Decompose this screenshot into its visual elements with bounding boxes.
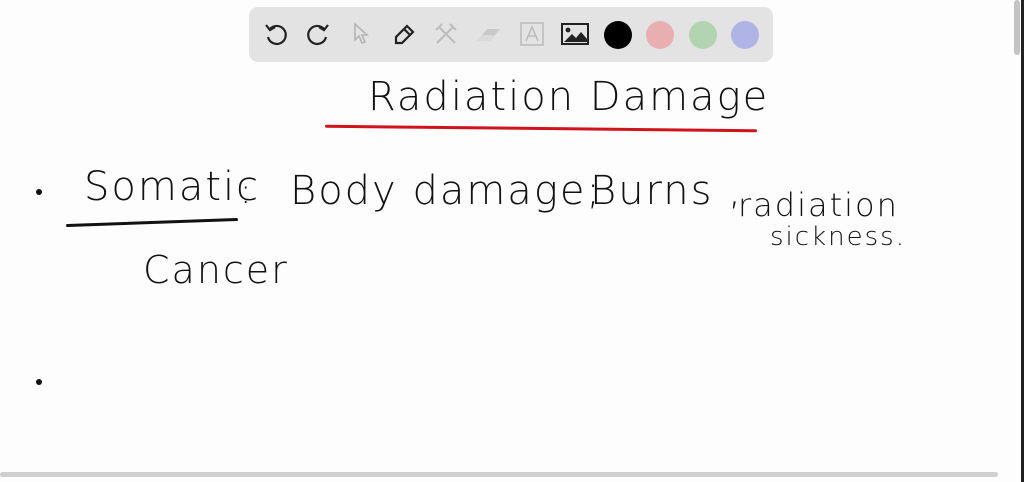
burns-text: Burns ,	[590, 168, 743, 214]
body-damage-text: Body damage;	[290, 168, 602, 214]
radiation-text: radiation	[738, 186, 899, 224]
color-black-swatch[interactable]	[604, 21, 632, 49]
sickness-text: sickness.	[770, 222, 906, 252]
board-title: Radiation Damage	[368, 74, 770, 120]
redo-icon	[307, 24, 329, 46]
cancer-text: Cancer	[143, 248, 289, 292]
image-button[interactable]	[560, 19, 590, 49]
somatic-underline	[66, 217, 238, 228]
somatic-colon: :	[240, 172, 254, 212]
pen-icon	[394, 24, 415, 45]
bullet-1	[36, 189, 42, 195]
image-icon	[561, 23, 589, 45]
somatic-term: Somatic	[84, 164, 261, 210]
vertical-scrollbar[interactable]	[1014, 0, 1020, 55]
bullet-2	[36, 379, 42, 385]
pen-button[interactable]	[389, 19, 419, 49]
color-blue-swatch[interactable]	[731, 21, 759, 49]
eraser-button[interactable]	[473, 19, 503, 49]
toolbar	[249, 7, 773, 62]
select-button[interactable]	[346, 19, 376, 49]
color-red-swatch[interactable]	[646, 21, 674, 49]
tools-button[interactable]	[431, 19, 461, 49]
horizontal-scrollbar[interactable]	[0, 472, 998, 477]
eraser-icon	[477, 29, 500, 41]
text-button[interactable]	[517, 19, 547, 49]
text-icon	[520, 22, 544, 46]
title-underline	[324, 124, 758, 133]
tools-icon	[435, 23, 457, 44]
redo-button[interactable]	[303, 19, 333, 49]
select-icon	[354, 22, 370, 44]
undo-button[interactable]	[261, 19, 291, 49]
undo-icon	[265, 24, 287, 46]
color-green-swatch[interactable]	[689, 21, 717, 49]
